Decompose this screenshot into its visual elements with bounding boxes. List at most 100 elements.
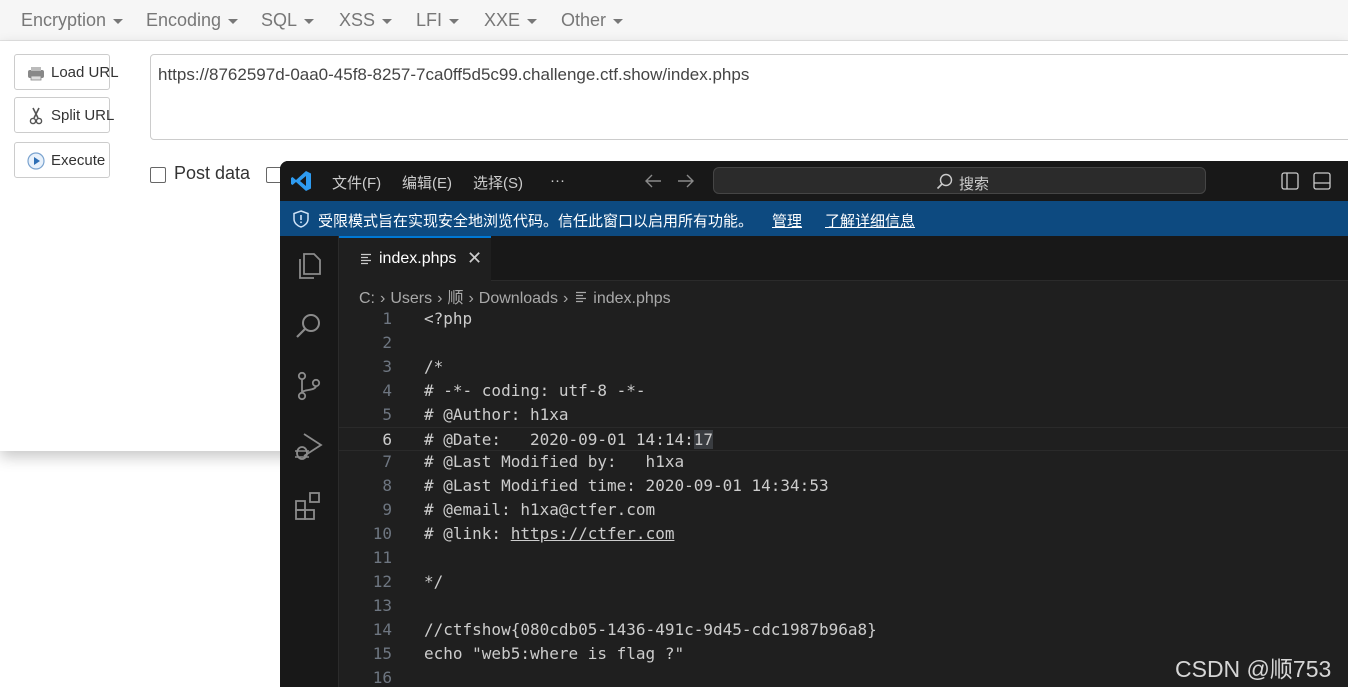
line-content: # @Date: 2020-09-01 14:14: (424, 429, 694, 449)
post-data-checkbox[interactable] (150, 167, 166, 183)
breadcrumb-item[interactable]: 顺 (447, 290, 463, 307)
learn-more-link[interactable]: 了解详细信息 (825, 210, 915, 231)
code-line[interactable]: 6 # @Date: 2020-09-01 14:14:17 (339, 426, 1348, 452)
breadcrumb-item[interactable]: Users (390, 290, 432, 307)
caret-down-icon (527, 18, 538, 24)
line-text: */ (424, 570, 443, 594)
code-line[interactable]: 4 # -*- coding: utf-8 -*- (339, 379, 1348, 403)
line-number: 1 (382, 309, 392, 328)
line-text: //ctfshow{080cdb05-1436-491c-9d45-cdc198… (424, 618, 877, 642)
menu-more[interactable]: ··· (550, 172, 565, 189)
line-content: //ctfshow{080cdb05-1436-491c-9d45-cdc198… (424, 619, 877, 639)
search-placeholder: 搜索 (959, 176, 990, 193)
menu-other[interactable]: Other (561, 0, 624, 40)
code-line[interactable]: 12 */ (339, 570, 1348, 594)
line-number: 15 (372, 643, 392, 663)
extensions-icon[interactable] (293, 490, 325, 522)
line-number: 4 (382, 380, 392, 400)
close-icon[interactable]: ✕ (467, 248, 482, 269)
code-line[interactable]: 9 # @email: h1xa@ctfer.com (339, 498, 1348, 522)
code-link[interactable]: https://ctfer.com (511, 524, 675, 543)
line-text: echo "web5:where is flag ?" (424, 642, 684, 666)
source-control-icon[interactable] (293, 370, 325, 402)
menu-selection[interactable]: 选择(S) (473, 172, 523, 193)
menu-xss[interactable]: XSS (339, 0, 393, 40)
line-number: 12 (372, 571, 392, 591)
chevron-right-icon: › (437, 290, 443, 307)
code-line[interactable]: 13 (339, 594, 1348, 618)
line-content: # -*- coding: utf-8 -*- (424, 380, 646, 400)
menu-encryption[interactable]: Encryption (21, 0, 124, 40)
breadcrumb-item[interactable]: C: (359, 290, 375, 307)
line-text: # @Last Modified time: 2020-09-01 14:34:… (424, 474, 829, 498)
line-number: 11 (372, 548, 392, 567)
line-number: 9 (382, 500, 392, 520)
line-text: <?php (424, 307, 472, 331)
line-content: # @Author: h1xa (424, 404, 569, 424)
caret-down-icon (613, 18, 624, 24)
back-arrow-icon[interactable] (644, 173, 662, 189)
run-debug-icon[interactable] (293, 430, 325, 462)
menu-encoding[interactable]: Encoding (146, 0, 239, 40)
forward-arrow-icon[interactable] (677, 173, 695, 189)
breadcrumb-item[interactable]: Downloads (479, 290, 558, 307)
caret-down-icon (382, 18, 393, 24)
menu-xxe[interactable]: XXE (484, 0, 538, 40)
menu-lfi[interactable]: LFI (416, 0, 460, 40)
line-number: 8 (382, 476, 392, 496)
tab-index-phps[interactable]: index.phps ✕ (339, 236, 491, 281)
line-text: # @Last Modified by: h1xa (424, 450, 684, 474)
file-lines-icon (576, 291, 587, 303)
command-search-box[interactable]: 搜索 (713, 167, 1206, 194)
code-line[interactable]: 10 # @link: https://ctfer.com (339, 522, 1348, 546)
line-content: # @email: h1xa@ctfer.com (424, 500, 656, 520)
manage-link[interactable]: 管理 (772, 210, 802, 231)
shield-icon (293, 210, 309, 228)
url-input[interactable]: https://8762597d-0aa0-45f8-8257-7ca0ff5d… (150, 54, 1348, 140)
search-icon (936, 173, 953, 190)
code-line[interactable]: 2 (339, 331, 1348, 355)
title-bar: 文件(F) 编辑(E) 选择(S) ··· 搜索 (280, 161, 1348, 201)
load-url-icon (28, 67, 44, 81)
load-url-button[interactable]: Load URL (14, 54, 119, 90)
code-line[interactable]: 1 <?php (339, 307, 1348, 331)
chevron-right-icon: › (562, 290, 569, 307)
menu-label: SQL (261, 10, 298, 30)
search-view-icon[interactable] (293, 310, 325, 342)
code-line[interactable]: 5 # @Author: h1xa (339, 403, 1348, 427)
code-line[interactable]: 11 (339, 546, 1348, 570)
explorer-icon[interactable] (293, 250, 325, 282)
file-lines-icon (361, 253, 371, 265)
caret-down-icon (449, 18, 460, 24)
activity-bar (280, 236, 339, 687)
line-content: /* (424, 356, 444, 376)
line-number: 7 (382, 452, 392, 472)
line-text: # @Date: 2020-09-01 14:14:17 (424, 428, 713, 452)
menu-edit[interactable]: 编辑(E) (402, 172, 452, 193)
chevron-right-icon: › (468, 290, 474, 307)
breadcrumb-item[interactable]: index.phps (593, 290, 670, 307)
execute-button[interactable]: Execute (14, 142, 110, 178)
line-content: # @Last Modified by: h1xa (424, 452, 685, 472)
play-icon (27, 152, 45, 170)
execute-label: Execute (51, 152, 106, 169)
caret-down-icon (304, 18, 315, 24)
menu-label: LFI (416, 10, 443, 30)
code-line[interactable]: 3 /* (339, 355, 1348, 379)
menu-sql[interactable]: SQL (261, 0, 315, 40)
scissors-icon (29, 107, 43, 125)
restricted-mode-banner: 受限模式旨在实现安全地浏览代码。信任此窗口以启用所有功能。 管理 了解详细信息 (280, 201, 1348, 236)
line-text: # @link: https://ctfer.com (424, 522, 674, 546)
line-text: /* (424, 355, 443, 379)
line-content: echo "web5:where is flag ?" (424, 643, 685, 663)
split-url-button[interactable]: Split URL (14, 97, 114, 133)
toggle-sidebar-icon[interactable] (1281, 172, 1299, 190)
code-line[interactable]: 14 //ctfshow{080cdb05-1436-491c-9d45-cdc1… (339, 618, 1348, 642)
code-line[interactable]: 8 # @Last Modified time: 2020-09-01 14:34… (339, 474, 1348, 498)
toggle-panel-icon[interactable] (1313, 172, 1331, 190)
code-editor[interactable]: 1 <?php 2 3 /* 4 # -*- coding: utf-8 -*- 5 # @Au… (339, 307, 1348, 687)
line-text: # @Author: h1xa (424, 403, 569, 427)
post-data-label: Post data (174, 163, 251, 183)
menu-file[interactable]: 文件(F) (332, 172, 381, 193)
code-line[interactable]: 7 # @Last Modified by: h1xa (339, 450, 1348, 474)
